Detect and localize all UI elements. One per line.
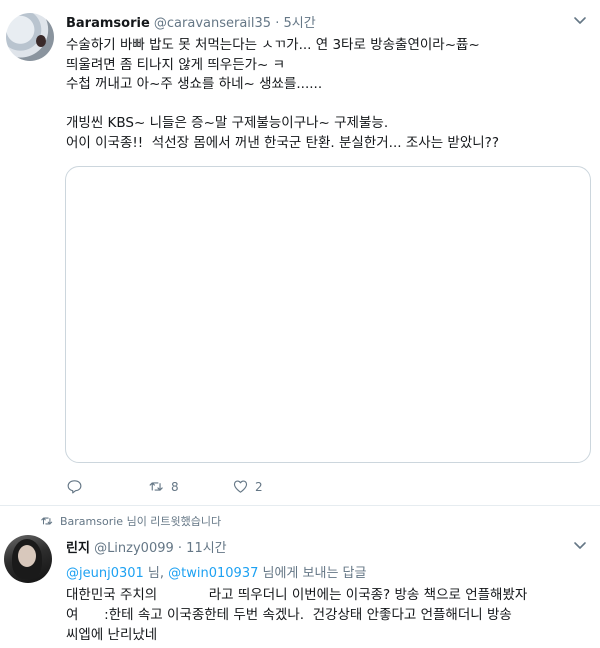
separator: ·	[173, 541, 187, 556]
tweet-header: Baramsorie @caravanserail35 · 5시간	[66, 12, 316, 31]
tweet-line: 개빙씬 KBS~ 니들은 증~말 구제불능이구나~ 구제불능.	[66, 115, 389, 131]
reply-suffix: 님에게 보내는 답글	[258, 566, 367, 581]
handle[interactable]: @caravanserail35	[154, 16, 271, 31]
tweet-line: 수술하기 바빠 밥도 못 처먹는다는 ㅅㄲ가... 연 3타로 방송출연이라~퓹…	[66, 37, 480, 53]
chevron-down-icon[interactable]	[572, 12, 588, 28]
reply-icon	[67, 480, 82, 494]
media-card[interactable]	[65, 166, 591, 463]
retweet-count: 8	[171, 479, 179, 494]
tweet-header: 린지 @Linzy0099 · 11시간	[66, 537, 227, 556]
tweet-text: 대한민국 주치의 라고 띄우더니 이번에는 이국종? 방송 책으로 언플해봤자여…	[66, 585, 586, 645]
retweet-notice: Baramsorie 님이 리트윗했습니다	[40, 513, 221, 529]
display-name[interactable]: Baramsorie	[66, 16, 150, 31]
reply-context: @jeunj0301 님, @twin010937 님에게 보내는 답글	[66, 562, 366, 581]
separator: ·	[271, 16, 284, 31]
retweet-notice-text[interactable]: Baramsorie 님이 리트윗했습니다	[60, 513, 221, 529]
tweet-line: 띄울려면 좀 티나지 않게 띄우든가~ ㅋ	[66, 56, 286, 73]
mention-link[interactable]: @twin010937	[168, 566, 258, 581]
like-button[interactable]: 2	[232, 478, 263, 495]
display-name[interactable]: 린지	[66, 541, 90, 556]
tweet-line: 수첩 꺼내고 아~주 생쇼를 하네~ 생쑈를......	[66, 76, 323, 92]
tweet-line	[66, 95, 586, 115]
tweet-text: 수술하기 바빠 밥도 못 처먹는다는 ㅅㄲ가... 연 3타로 방송출연이라~퓹…	[66, 36, 586, 153]
timestamp[interactable]: 5시간	[283, 16, 315, 31]
timestamp[interactable]: 11시간	[186, 541, 226, 556]
tweet-line: 씨엡에 난리났네	[66, 627, 158, 643]
retweet-icon	[41, 517, 53, 525]
retweet-icon	[149, 482, 163, 491]
like-count: 2	[255, 479, 263, 494]
reply-button[interactable]	[66, 478, 89, 495]
tweet-line: 대한민국 주치의 라고 띄우더니 이번에는 이국종? 방송 책으로 언플해봤자	[66, 587, 528, 603]
retweet-button[interactable]: 8	[148, 478, 179, 495]
tweet-line: 여 :한테 속고 이국종한테 두번 속겠나. 건강상태 안좋다고 언플해더니 방…	[66, 607, 512, 623]
chevron-down-icon[interactable]	[572, 537, 588, 553]
reply-separator: 님,	[143, 566, 169, 581]
avatar[interactable]	[6, 13, 54, 61]
handle[interactable]: @Linzy0099	[94, 541, 174, 556]
like-icon	[233, 480, 248, 493]
tweet-line: 어이 이국종!! 석선장 몸에서 꺼낸 한국군 탄환. 분실한거... 조사는 …	[66, 134, 499, 151]
avatar[interactable]	[4, 535, 52, 583]
mention-link[interactable]: @jeunj0301	[66, 566, 144, 581]
tweet-original[interactable]: Baramsorie @caravanserail35 · 5시간 수술하기 바…	[0, 0, 600, 506]
